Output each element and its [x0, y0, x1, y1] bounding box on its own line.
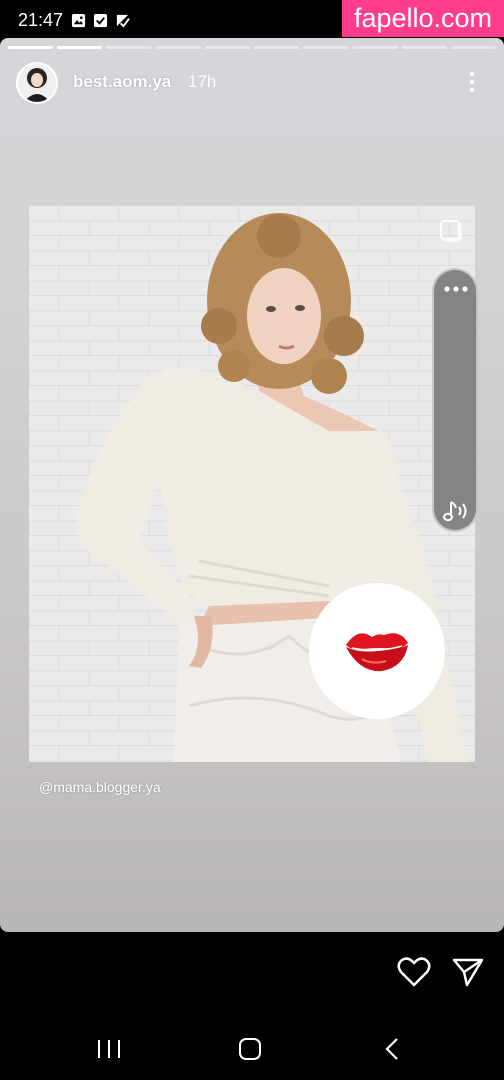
kiss-sticker[interactable] — [309, 583, 445, 719]
watermark: fapello.com — [342, 0, 504, 37]
avatar[interactable] — [16, 62, 58, 104]
progress-segment — [303, 46, 349, 49]
progress-segment — [401, 46, 447, 49]
username[interactable]: best.aom.ya — [73, 72, 171, 92]
story-header: best.aom.ya 17h — [0, 58, 504, 108]
check-icon — [93, 13, 108, 28]
progress-segment — [254, 46, 300, 49]
music-note-icon[interactable] — [442, 498, 472, 524]
avatar-image — [18, 64, 56, 102]
status-bar: 21:47 fapello.com — [0, 0, 504, 40]
progress-segment — [450, 46, 497, 49]
back-icon[interactable] — [382, 1036, 402, 1062]
progress-segment — [155, 46, 201, 49]
more-options-icon[interactable] — [460, 68, 484, 96]
heart-icon[interactable] — [397, 956, 431, 988]
story-screen: 21:47 fapello.com best.aom.ya 17h @mama.… — [0, 0, 504, 1080]
gallery-icon — [71, 13, 86, 28]
story-card[interactable]: best.aom.ya 17h @mama.blogger.ya — [0, 38, 504, 932]
music-panel[interactable] — [432, 268, 478, 532]
mention-tag[interactable]: @mama.blogger.ya — [39, 779, 161, 795]
progress-segment — [8, 46, 54, 49]
kiss-lips-icon — [346, 633, 408, 672]
progress-segment — [106, 46, 152, 49]
send-icon[interactable] — [452, 957, 484, 987]
more-horizontal-icon[interactable] — [443, 284, 469, 294]
select-checkbox-icon[interactable] — [440, 220, 460, 240]
progress-segment — [57, 46, 103, 49]
home-icon[interactable] — [238, 1037, 262, 1061]
download-check-icon — [116, 14, 130, 28]
status-time: 21:47 — [18, 10, 64, 30]
progress-segment — [352, 46, 398, 49]
story-progress-bar — [8, 46, 497, 49]
recents-icon[interactable] — [96, 1038, 122, 1060]
progress-segment — [204, 46, 251, 49]
story-timestamp: 17h — [188, 72, 217, 91]
